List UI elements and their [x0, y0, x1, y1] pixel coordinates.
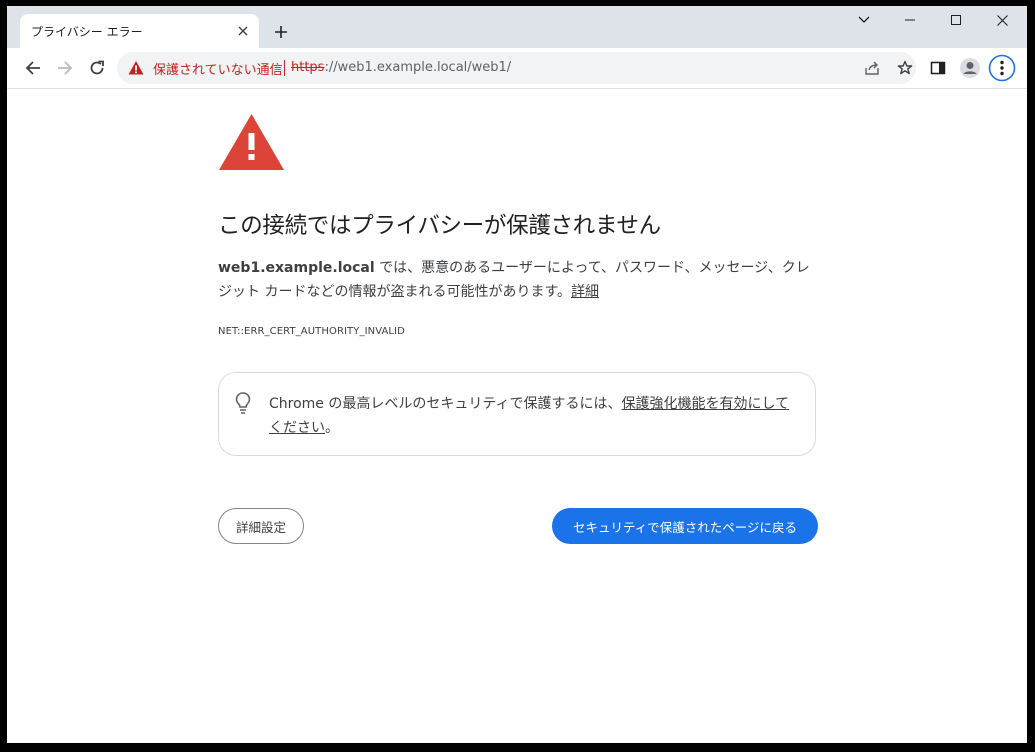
lightbulb-icon: [233, 391, 253, 415]
title-bar: プライバシー エラー: [7, 6, 1027, 48]
tip-body: Chrome の最高レベルのセキュリティで保護するには、: [269, 396, 622, 412]
not-secure-warning-icon[interactable]: [128, 60, 144, 76]
minimize-icon[interactable]: [887, 6, 933, 34]
back-icon[interactable]: [19, 54, 47, 82]
forward-icon[interactable]: [51, 54, 79, 82]
error-heading: この接続ではプライバシーが保護されません: [218, 213, 661, 239]
tip-end: 。: [325, 420, 339, 436]
browser-window: プライバシー エラー 保護されていない通信 https://web1.examp…: [7, 6, 1027, 743]
tab-close-icon[interactable]: [233, 21, 253, 41]
url-scheme: https: [291, 60, 325, 75]
omnibox-separator: [284, 60, 285, 76]
advanced-button[interactable]: 詳細設定: [218, 508, 304, 544]
back-to-safety-button[interactable]: セキュリティで保護されたページに戻る: [552, 508, 818, 544]
error-description: web1.example.local では、悪意のあるユーザーによって、パスワー…: [218, 256, 818, 304]
details-link[interactable]: 詳細: [571, 284, 599, 300]
tab-search-icon[interactable]: [841, 6, 887, 34]
reload-icon[interactable]: [83, 54, 111, 82]
omnibox[interactable]: 保護されていない通信 https://web1.example.local/we…: [117, 52, 916, 84]
maximize-icon[interactable]: [933, 6, 979, 34]
profile-avatar-icon[interactable]: [956, 54, 984, 82]
menu-kebab-icon[interactable]: [988, 54, 1016, 82]
tab-title: プライバシー エラー: [31, 25, 143, 39]
new-tab-icon[interactable]: [269, 20, 293, 44]
tip-text: Chrome の最高レベルのセキュリティで保護するには、保護強化機能を有効にして…: [269, 392, 801, 440]
host-name: web1.example.local: [218, 260, 375, 276]
side-panel-icon[interactable]: [924, 54, 952, 82]
share-icon[interactable]: [862, 58, 882, 78]
close-window-icon[interactable]: [979, 6, 1025, 34]
tab-privacy-error[interactable]: プライバシー エラー: [20, 14, 259, 48]
url-text[interactable]: https://web1.example.local/web1/: [291, 60, 511, 75]
error-code: NET::ERR_CERT_AUTHORITY_INVALID: [218, 326, 405, 337]
toolbar: 保護されていない通信 https://web1.example.local/we…: [7, 48, 1027, 89]
enhanced-protection-tip: Chrome の最高レベルのセキュリティで保護するには、保護強化機能を有効にして…: [218, 372, 816, 456]
url-host-path: ://web1.example.local/web1/: [324, 60, 512, 75]
bookmark-star-icon[interactable]: [895, 58, 915, 78]
security-status-label[interactable]: 保護されていない通信: [153, 59, 283, 78]
warning-triangle-icon: [218, 113, 285, 171]
